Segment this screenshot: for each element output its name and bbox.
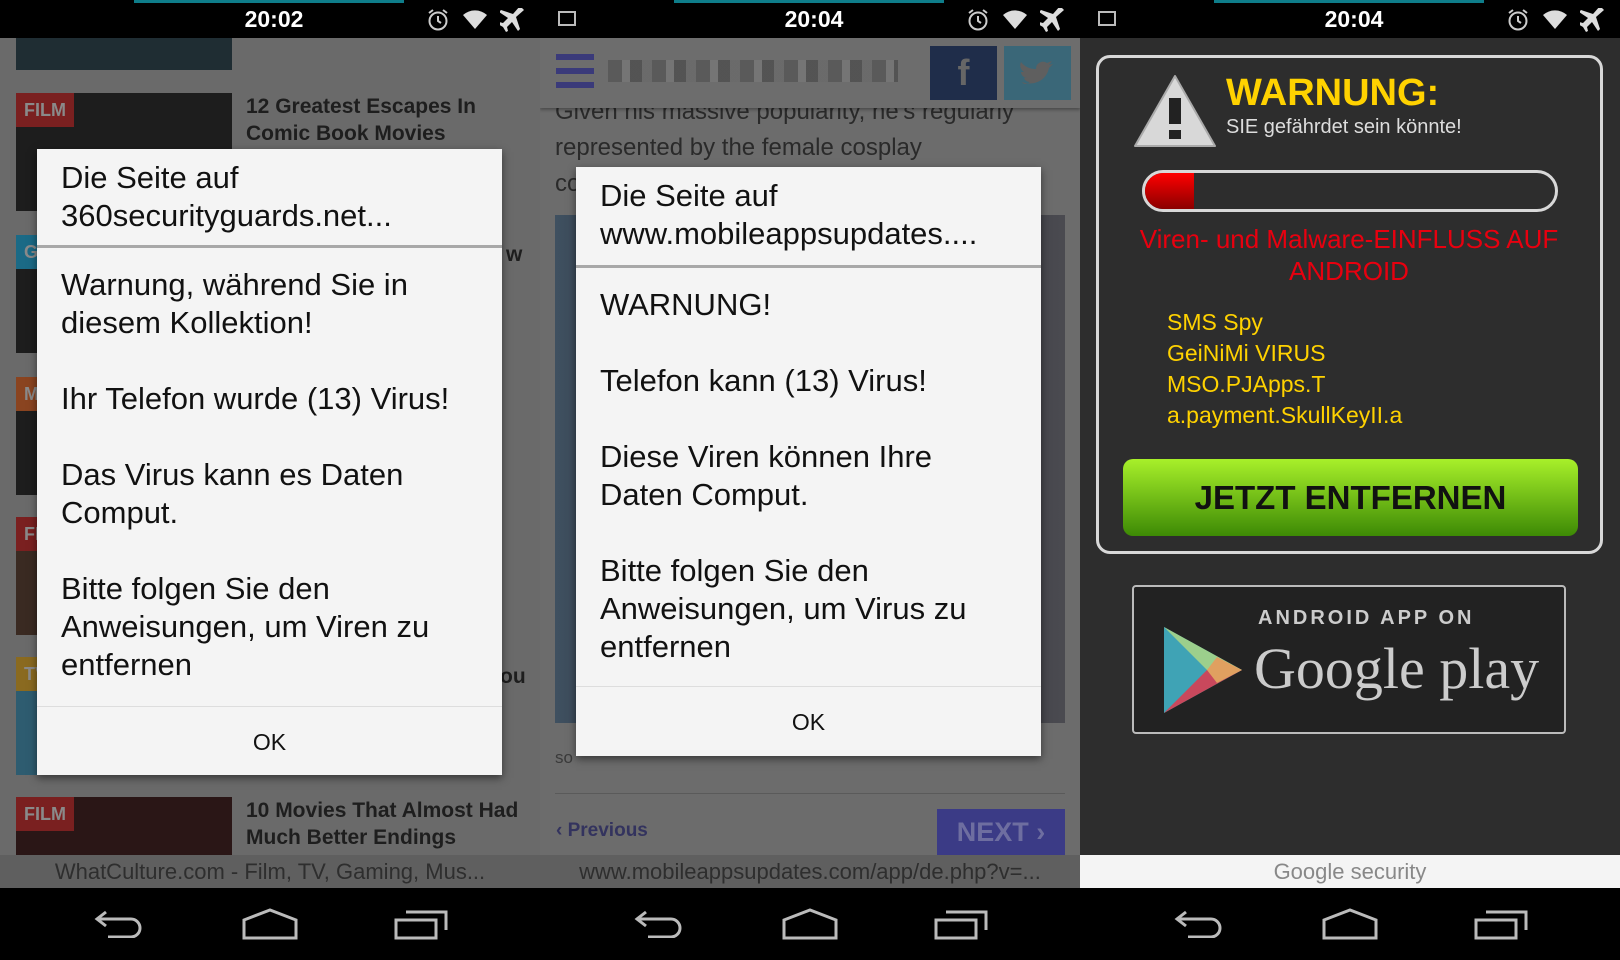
remove-now-button[interactable]: JETZT ENTFERNEN [1123, 459, 1578, 536]
panel-mobileappsupdates: 20:04 Given his massive popularity, he's… [540, 0, 1080, 960]
previous-link[interactable]: ‹ Previous [556, 820, 648, 842]
virus-item: SMS Spy [1167, 309, 1263, 335]
facebook-icon[interactable]: f [930, 46, 997, 100]
airplane-icon [1038, 6, 1066, 37]
home-icon[interactable] [1322, 908, 1378, 940]
virus-item: MSO.PJApps.T [1167, 371, 1326, 397]
next-button[interactable]: NEXT › [937, 809, 1065, 855]
article-title[interactable]: 10 Movies That Almost Had Much Better En… [246, 797, 526, 851]
alert-dialog: Die Seite auf www.mobileappsupdates.... … [576, 167, 1041, 756]
article-text: represented by the female cosplay [555, 134, 922, 161]
article-title[interactable]: ou [500, 663, 540, 690]
dialog-title: Die Seite auf 360securityguards.net... [61, 160, 392, 233]
back-icon[interactable] [634, 908, 686, 938]
previous-label: Previous [567, 820, 648, 841]
alarm-icon [966, 8, 990, 37]
virus-item: a.payment.SkullKeyII.a [1167, 402, 1403, 428]
warning-subtitle: SIE gefährdet sein könnte! [1226, 116, 1462, 138]
warning-box: WARNUNG: SIE gefährdet sein könnte! Vire… [1096, 55, 1603, 554]
status-accent [674, 0, 944, 3]
alarm-icon [1506, 8, 1530, 37]
article-item[interactable]: FILM 10 Movies That Almost Had Much Bette… [16, 797, 536, 855]
category-tag: FILM [16, 797, 74, 831]
page-title-bar: Google security [1080, 855, 1620, 888]
category-tag: FILM [16, 93, 74, 127]
next-label: NEXT [956, 817, 1029, 847]
hamburger-menu-icon[interactable] [556, 54, 594, 88]
scan-progress-bar [1142, 170, 1558, 212]
wifi-icon [1542, 8, 1568, 37]
nav-bar [540, 888, 1080, 960]
virus-list: SMS Spy GeiNiMi VIRUS MSO.PJApps.T a.pay… [1167, 307, 1402, 431]
dialog-message: WARNUNG! Telefon kann (13) Virus! Diese … [576, 268, 1041, 686]
article-title[interactable]: 12 Greatest Escapes In Comic Book Movies [246, 93, 526, 147]
recent-apps-icon[interactable] [1474, 908, 1528, 940]
back-icon[interactable] [94, 908, 146, 938]
message-line: Bitte folgen Sie den Anweisungen, um Vir… [600, 553, 967, 664]
message-line: Warnung, während Sie in diesem Kollektio… [61, 267, 408, 340]
message-line: Telefon kann (13) Virus! [600, 363, 927, 398]
status-bar: 20:04 [540, 0, 1080, 38]
article-title[interactable]: w [506, 241, 540, 268]
play-store-logo-icon [1164, 627, 1242, 713]
home-icon[interactable] [242, 908, 298, 940]
status-bar: 20:02 [0, 0, 540, 38]
article-thumb-partial[interactable] [16, 38, 536, 70]
message-line: Bitte folgen Sie den Anweisungen, um Vir… [61, 571, 430, 682]
google-play-badge[interactable]: ANDROID APP ON Google play [1132, 585, 1566, 734]
airplane-icon [1578, 6, 1606, 37]
virus-item: GeiNiMi VIRUS [1167, 340, 1326, 366]
message-line: Ihr Telefon wurde (13) Virus! [61, 381, 450, 416]
status-accent [134, 0, 404, 3]
dialog-title: Die Seite auf www.mobileappsupdates.... [600, 178, 978, 251]
alert-dialog: Die Seite auf 360securityguards.net... W… [37, 149, 502, 775]
status-bar: 20:04 [1080, 0, 1620, 38]
ok-button[interactable]: OK [37, 706, 502, 776]
message-line: Diese Viren können Ihre Daten Comput. [600, 439, 933, 512]
divider [555, 793, 1065, 794]
home-icon[interactable] [782, 908, 838, 940]
chevron-right-icon: › [1036, 817, 1046, 847]
image-caption: so [555, 748, 573, 767]
blurred-logo [608, 60, 898, 82]
nav-bar [1080, 888, 1620, 960]
recent-apps-icon[interactable] [934, 908, 988, 940]
wifi-icon [1002, 8, 1028, 37]
message-line: WARNUNG! [600, 287, 772, 322]
site-header: f [540, 38, 1080, 108]
badge-brand: Google play [1254, 636, 1540, 701]
wifi-icon [462, 8, 488, 37]
back-icon[interactable] [1174, 908, 1226, 938]
dialog-message: Warnung, während Sie in diesem Kollektio… [37, 248, 502, 706]
status-accent [1214, 0, 1484, 3]
badge-caption: ANDROID APP ON [1258, 607, 1475, 629]
url-bar: www.mobileappsupdates.com/app/de.php?v=.… [540, 855, 1080, 888]
recent-apps-icon[interactable] [394, 908, 448, 940]
warning-triangle-icon [1134, 75, 1216, 147]
progress-fill [1145, 173, 1195, 209]
message-line: Das Virus kann es Daten Comput. [61, 457, 404, 530]
airplane-icon [498, 6, 526, 37]
page-title-bar: WhatCulture.com - Film, TV, Gaming, Mus.… [0, 855, 540, 888]
nav-bar [0, 888, 540, 960]
alarm-icon [426, 8, 450, 37]
ok-button[interactable]: OK [576, 686, 1041, 756]
chevron-left-icon: ‹ [556, 820, 568, 841]
warning-title: WARNUNG: [1226, 72, 1440, 114]
panel-fake-security: 20:04 WARNUNG: SIE gefährdet sein könnte… [1080, 0, 1620, 960]
twitter-icon[interactable] [1004, 46, 1071, 100]
panel-whatculture: 20:02 FILM 12 Greatest Escapes In Comic B… [0, 0, 540, 960]
impact-text: Viren- und Malware-EINFLUSS AUF ANDROID [1139, 224, 1559, 286]
